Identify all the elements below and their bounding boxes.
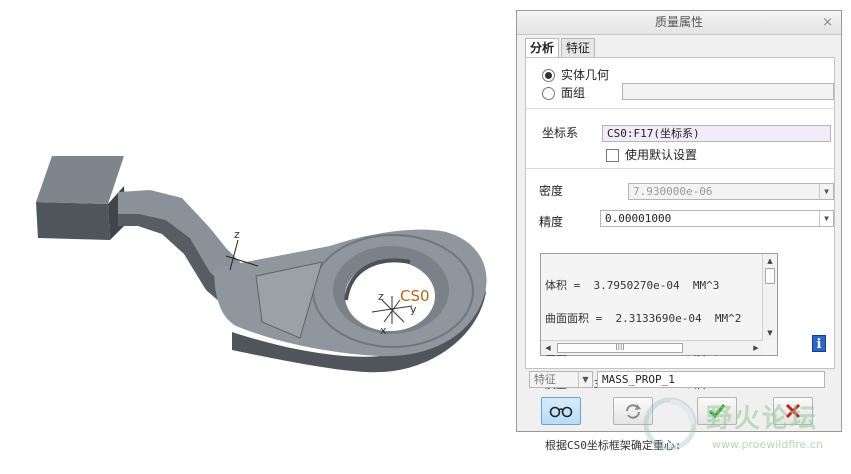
cancel-button[interactable] [773, 397, 813, 425]
solid-geometry-option[interactable]: 实体几何 [542, 66, 609, 83]
axis-x-label: x [380, 324, 387, 337]
quilt-option[interactable]: 面组 [542, 84, 585, 101]
horizontal-scroll-thumb[interactable]: IIII [557, 343, 683, 353]
close-icon[interactable]: × [822, 11, 833, 34]
check-icon [708, 403, 726, 419]
scroll-right-icon[interactable]: ▶ [750, 342, 762, 354]
tab-analysis[interactable]: 分析 [525, 38, 560, 58]
use-default-label: 使用默认设置 [625, 148, 698, 162]
result-line-volume: 体积 = 3.7950270e-04 MM^3 [545, 279, 720, 292]
model-viewport[interactable]: z CS0 y x z [0, 0, 516, 464]
results-text: 体积 = 3.7950270e-04 MM^3 曲面面积 = 2.3133690… [545, 258, 773, 473]
use-default-option[interactable]: 使用默认设置 [606, 146, 697, 163]
mass-properties-dialog: 质量属性 × 分析 特征 实体几何 面组 坐标系 CS0:F17(坐标系) 使用… [516, 10, 842, 451]
horizontal-scrollbar[interactable]: ◀ IIII ▶ [541, 340, 763, 355]
dialog-titlebar[interactable]: 质量属性 × [517, 11, 841, 35]
result-line-centroid: 根据CS0坐标框架确定重心: [545, 439, 682, 452]
chevron-down-icon[interactable]: ▼ [819, 184, 833, 199]
density-value: 7.930000e-06 [633, 185, 713, 198]
preview-button[interactable] [541, 397, 581, 425]
scroll-up-icon[interactable]: ▲ [764, 255, 776, 267]
quilt-radio[interactable] [542, 87, 555, 100]
quilt-input[interactable] [622, 83, 834, 100]
use-default-checkbox[interactable] [606, 149, 619, 162]
dialog-title: 质量属性 [654, 15, 703, 29]
chevron-down-icon[interactable]: ▼ [578, 372, 592, 387]
accuracy-select[interactable]: 0.00001000 ▼ [600, 210, 834, 227]
block-top-face [36, 156, 124, 204]
info-icon[interactable]: i [812, 335, 826, 352]
csys-label: 坐标系 [542, 126, 579, 140]
feature-type-select[interactable]: 特征 ▼ [529, 371, 593, 388]
accuracy-label: 精度 [539, 215, 564, 229]
glasses-icon [549, 406, 573, 418]
repeat-icon [626, 404, 641, 419]
datum-z-label: z [234, 228, 240, 241]
divider [526, 108, 834, 109]
x-icon [785, 403, 801, 419]
density-select[interactable]: 7.930000e-06 ▼ [628, 183, 834, 200]
scroll-left-icon[interactable]: ◀ [542, 342, 554, 354]
divider [526, 168, 834, 169]
tab-feature[interactable]: 特征 [561, 38, 596, 57]
chevron-down-icon[interactable]: ▼ [819, 211, 833, 226]
tab-bar: 分析 特征 [525, 38, 597, 58]
results-area[interactable]: 体积 = 3.7950270e-04 MM^3 曲面面积 = 2.3133690… [540, 253, 778, 451]
scroll-down-icon[interactable]: ▼ [764, 327, 776, 339]
vertical-scroll-thumb[interactable] [765, 268, 775, 284]
part-model[interactable] [0, 0, 516, 464]
quilt-label: 面组 [561, 86, 586, 100]
density-label: 密度 [539, 184, 564, 198]
axis-z-label: z [378, 290, 384, 303]
repeat-button[interactable] [613, 397, 653, 425]
analysis-panel: 实体几何 面组 坐标系 CS0:F17(坐标系) 使用默认设置 密度 7.930… [525, 57, 835, 451]
solid-geometry-label: 实体几何 [561, 68, 610, 82]
accuracy-value: 0.00001000 [605, 212, 672, 225]
axis-y-label: y [410, 303, 417, 316]
ok-button[interactable] [697, 397, 737, 425]
result-line-area: 曲面面积 = 2.3133690e-04 MM^2 [545, 312, 742, 325]
feature-type-label: 特征 [534, 373, 556, 386]
vertical-scrollbar[interactable]: ▲ ▼ [762, 254, 777, 340]
block-front-face [36, 202, 110, 240]
dialog-button-bar [517, 397, 841, 427]
solid-geometry-radio[interactable] [542, 69, 555, 82]
csys-collector[interactable]: CS0:F17(坐标系) [602, 125, 831, 142]
feature-name-input[interactable]: MASS_PROP_1 [597, 371, 825, 388]
